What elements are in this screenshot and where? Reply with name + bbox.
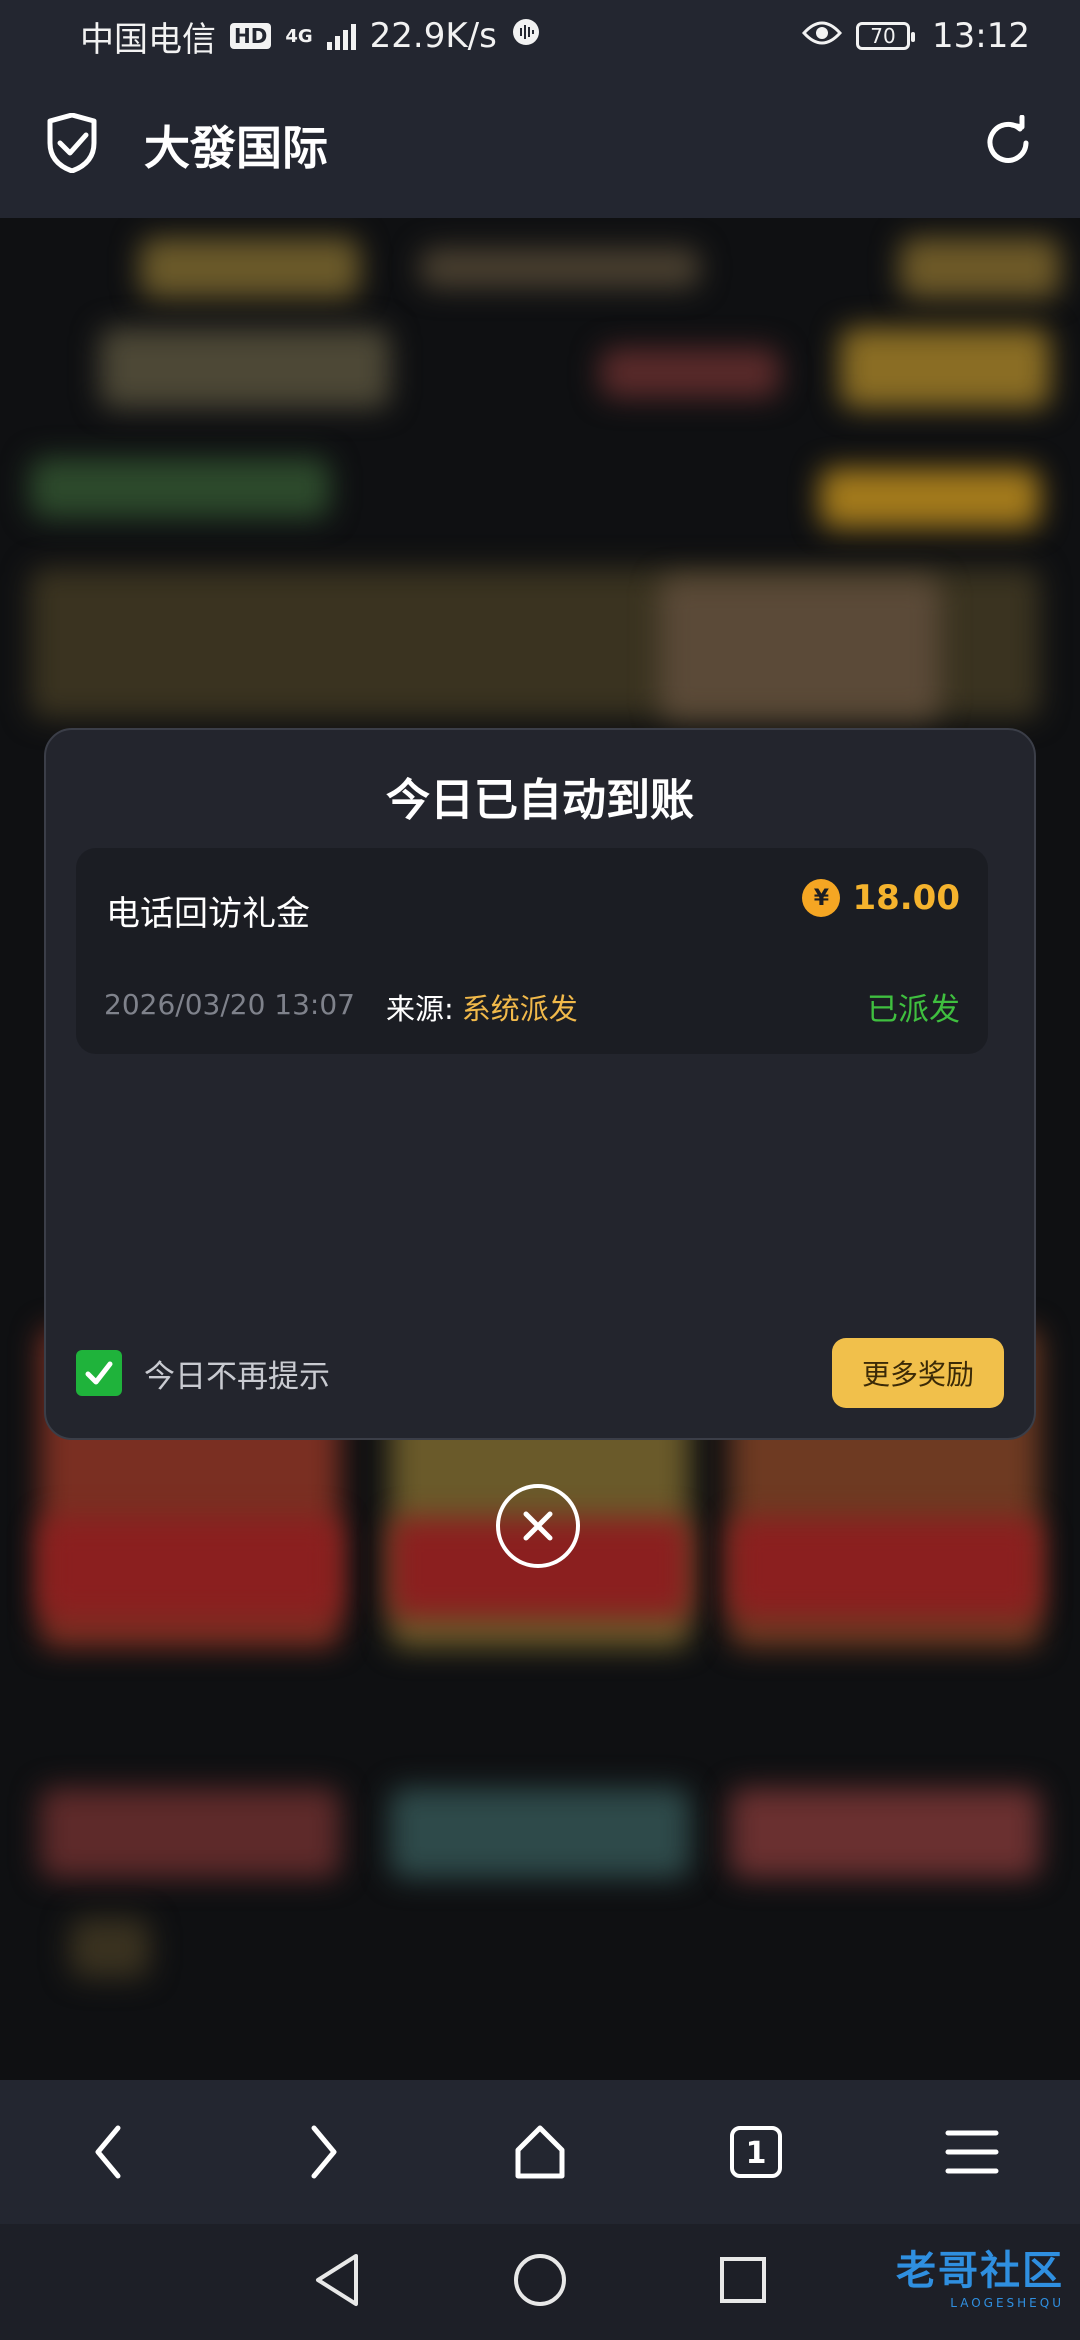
browser-toolbar: 1: [0, 2080, 1080, 2224]
status-bar: 中国电信 HD 4G 22.9K/s 70 13:12: [0, 0, 1080, 72]
signal-icon: [326, 22, 356, 50]
chevron-right-icon[interactable]: [284, 2112, 364, 2192]
reward-card: 电话回访礼金 ¥ 18.00 2026/03/20 13:07 来源: 系统派发 …: [76, 848, 988, 1054]
browser-header: 大發国际: [0, 72, 1080, 218]
source-value: 系统派发: [461, 992, 578, 1026]
coin-icon: ¥: [802, 879, 841, 917]
source-label: 来源:: [386, 992, 454, 1026]
menu-icon[interactable]: [932, 2112, 1012, 2192]
tab-count: 1: [746, 2136, 767, 2171]
eye-icon: [801, 16, 843, 56]
nav-home-icon[interactable]: [512, 2252, 568, 2312]
site-title: 大發国际: [144, 121, 328, 175]
home-icon[interactable]: [500, 2112, 580, 2192]
watermark-logo: 老哥社区 LAOGESHEQU: [896, 2238, 1064, 2310]
checkbox-checked-icon[interactable]: [76, 1350, 122, 1396]
watermark-text: 老哥社区: [896, 2248, 1064, 2294]
dont-remind-label: 今日不再提示: [144, 1358, 330, 1395]
chevron-left-icon[interactable]: [68, 2112, 148, 2192]
dont-remind-toggle[interactable]: 今日不再提示: [76, 1350, 330, 1396]
reward-amount: ¥ 18.00: [802, 878, 960, 918]
hd-badge: HD: [230, 23, 272, 49]
carrier-name: 中国电信: [80, 19, 216, 60]
close-dialog-button[interactable]: [496, 1484, 580, 1568]
reward-name: 电话回访礼金: [106, 894, 310, 934]
auto-credit-dialog: 今日已自动到账 电话回访礼金 ¥ 18.00 2026/03/20 13:07 …: [44, 728, 1036, 1440]
dialog-title: 今日已自动到账: [386, 775, 694, 826]
refresh-icon[interactable]: [980, 114, 1036, 175]
audio-icon: [511, 16, 541, 56]
network-speed: 22.9K/s: [369, 16, 497, 56]
nav-recents-icon[interactable]: [718, 2255, 768, 2309]
clock: 13:12: [932, 16, 1030, 56]
shield-check-icon[interactable]: [44, 112, 100, 177]
reward-datetime: 2026/03/20 13:07: [104, 988, 355, 1021]
more-rewards-button[interactable]: 更多奖励: [832, 1338, 1004, 1408]
reward-source: 来源: 系统派发: [386, 986, 578, 1028]
battery-level: 70: [870, 24, 896, 48]
close-icon: [523, 1511, 553, 1541]
tabs-button[interactable]: 1: [716, 2112, 796, 2192]
amount-value: 18.00: [852, 878, 960, 918]
reward-status: 已派发: [867, 992, 960, 1028]
network-type: 4G: [285, 25, 313, 47]
nav-back-icon[interactable]: [312, 2252, 362, 2312]
battery-icon: 70: [856, 22, 916, 50]
watermark-subtext: LAOGESHEQU: [950, 2296, 1064, 2310]
